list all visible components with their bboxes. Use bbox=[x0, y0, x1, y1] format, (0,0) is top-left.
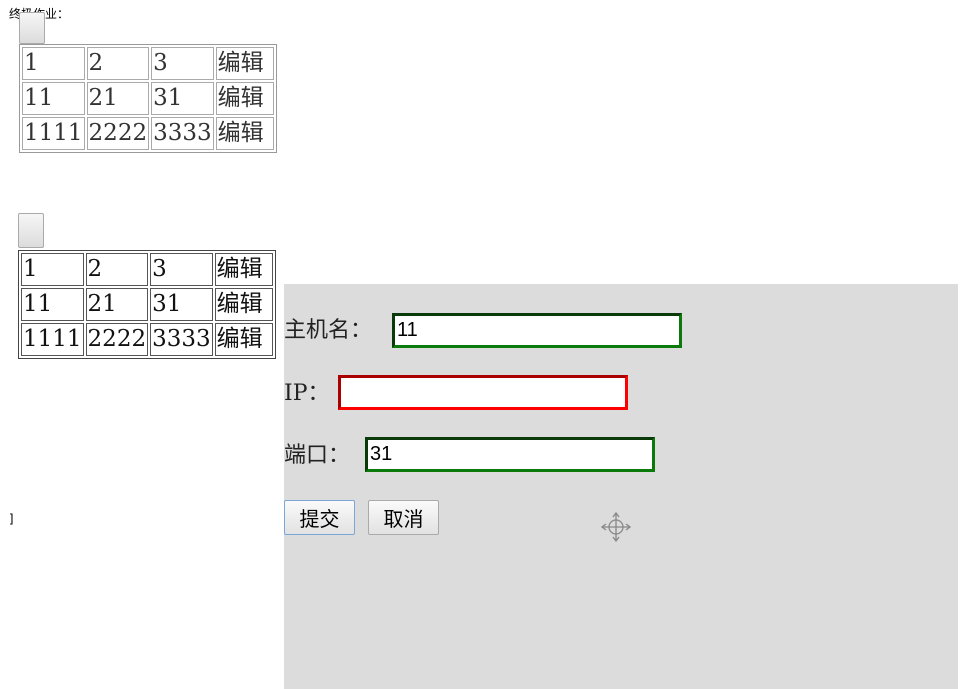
cancel-button[interactable]: 取消 bbox=[368, 500, 439, 535]
ip-input[interactable] bbox=[338, 375, 628, 410]
submit-button[interactable]: 提交 bbox=[284, 500, 355, 535]
table-cell: 2 bbox=[86, 47, 150, 80]
table-cell: 3 bbox=[150, 253, 213, 286]
table-row: 1111 2222 3333 编辑 bbox=[22, 117, 274, 150]
table-cell: 3333 bbox=[151, 117, 214, 150]
data-table-2: 1 2 3 编辑 11 21 31 编辑 1111 2222 3333 编辑 bbox=[18, 250, 276, 359]
edit-link[interactable]: 编辑 bbox=[215, 117, 274, 150]
table-cell: 21 bbox=[86, 82, 150, 115]
table-cell: 1 bbox=[21, 253, 84, 286]
edit-link[interactable]: 编辑 bbox=[214, 288, 273, 321]
table-cell: 3 bbox=[151, 47, 214, 80]
edit-link[interactable]: 编辑 bbox=[215, 47, 274, 80]
table-cell: 2 bbox=[85, 253, 149, 286]
port-input[interactable] bbox=[365, 437, 655, 472]
table-row: 11 21 31 编辑 bbox=[22, 82, 274, 115]
table-row: 1 2 3 编辑 bbox=[21, 253, 273, 286]
table-cell: 21 bbox=[85, 288, 149, 321]
table-cell: 11 bbox=[22, 82, 85, 115]
port-label: 端口： bbox=[284, 443, 351, 468]
move-cursor-icon bbox=[601, 512, 631, 542]
table-row: 1 2 3 编辑 bbox=[22, 47, 274, 80]
hostname-input[interactable] bbox=[392, 313, 682, 348]
ip-label: IP： bbox=[284, 381, 330, 406]
table-row: 1111 2222 3333 编辑 bbox=[21, 323, 273, 356]
edit-link[interactable]: 编辑 bbox=[215, 82, 274, 115]
hostname-label: 主机名： bbox=[284, 318, 373, 343]
edit-link[interactable]: 编辑 bbox=[214, 253, 273, 286]
table-cell: 1111 bbox=[22, 117, 85, 150]
stray-text: ] bbox=[8, 512, 16, 526]
edit-modal: 主机名： IP： 端口： 提交 取消 bbox=[284, 284, 958, 689]
table-cell: 3333 bbox=[150, 323, 213, 356]
table-cell: 31 bbox=[150, 288, 213, 321]
data-table-1: 1 2 3 编辑 11 21 31 编辑 1111 2222 3333 编辑 bbox=[19, 44, 277, 153]
table-cell: 1 bbox=[22, 47, 85, 80]
add-row-button-2[interactable] bbox=[18, 213, 44, 248]
table-cell: 2222 bbox=[85, 323, 149, 356]
table-cell: 2222 bbox=[86, 117, 150, 150]
table-cell: 31 bbox=[151, 82, 214, 115]
table-row: 11 21 31 编辑 bbox=[21, 288, 273, 321]
add-row-button-1[interactable] bbox=[19, 12, 45, 44]
table-cell: 11 bbox=[21, 288, 84, 321]
table-cell: 1111 bbox=[21, 323, 84, 356]
edit-link[interactable]: 编辑 bbox=[214, 323, 273, 356]
